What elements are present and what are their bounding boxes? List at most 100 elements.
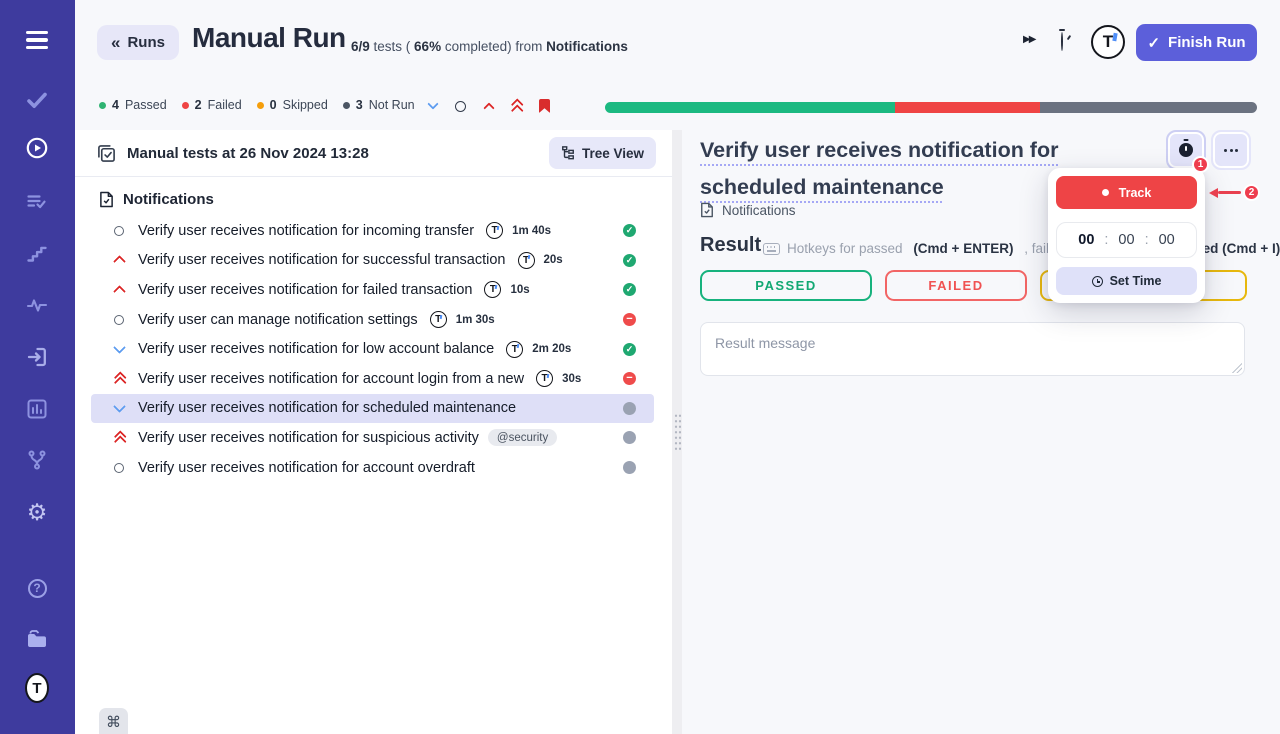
- document-check-icon: [700, 202, 714, 218]
- notrun-dot: [343, 102, 350, 109]
- testomat-logo-icon: T: [484, 281, 501, 298]
- annotation-arrow: 2: [1209, 184, 1260, 201]
- test-title: Verify user receives notification for lo…: [138, 341, 494, 357]
- detail-breadcrumb[interactable]: Notifications: [700, 202, 796, 218]
- test-status-icon: [623, 402, 636, 415]
- stopwatch-icon[interactable]: [1061, 33, 1063, 51]
- fast-forward-icon[interactable]: ▶▶: [1023, 34, 1034, 45]
- app-sidebar: ⚙ ? T: [0, 0, 75, 734]
- tree-view-icon: [561, 146, 575, 160]
- notrun-counter[interactable]: 3Not Run: [343, 98, 415, 112]
- steps-icon[interactable]: [25, 242, 49, 266]
- test-title: Verify user receives notification for su…: [138, 430, 479, 446]
- passed-dot: [99, 102, 106, 109]
- test-status-icon: [623, 224, 636, 237]
- priority-icon: [111, 460, 127, 476]
- tests-check-icon[interactable]: [25, 88, 49, 112]
- failed-button[interactable]: FAILED: [885, 270, 1027, 301]
- test-duration: 30s: [562, 373, 581, 385]
- run-progress-bar: [605, 102, 1257, 113]
- skipped-counter[interactable]: 0Skipped: [257, 98, 328, 112]
- minutes-value[interactable]: 00: [1118, 232, 1134, 248]
- test-row[interactable]: Verify user receives notification for in…: [91, 216, 654, 246]
- test-status-icon: [623, 343, 636, 356]
- priority-filters: [425, 96, 552, 116]
- priority-icon: [111, 371, 127, 387]
- test-row[interactable]: Verify user receives notification for su…: [91, 423, 654, 453]
- topbar: « Runs Manual Run 6/9 tests ( 66% comple…: [75, 0, 1280, 85]
- divider-drag-handle[interactable]: [674, 413, 681, 451]
- test-row[interactable]: Verify user receives notification for su…: [91, 246, 654, 276]
- hours-value[interactable]: 00: [1078, 232, 1094, 248]
- passed-button[interactable]: PASSED: [700, 270, 872, 301]
- tree-view-button[interactable]: Tree View: [549, 137, 656, 169]
- back-to-runs-label: Runs: [127, 34, 165, 51]
- command-key-hint: ⌘: [99, 708, 128, 734]
- failed-counter[interactable]: 2Failed: [182, 98, 242, 112]
- annotation-badge-2: 2: [1243, 184, 1260, 201]
- seconds-value[interactable]: 00: [1159, 232, 1175, 248]
- set-time-button[interactable]: Set Time: [1056, 267, 1197, 295]
- test-status-icon: [623, 313, 636, 326]
- back-to-runs-button[interactable]: « Runs: [97, 25, 179, 60]
- test-row[interactable]: Verify user can manage notification sett…: [91, 305, 654, 335]
- keyboard-icon: [763, 243, 780, 255]
- track-button[interactable]: Track: [1056, 176, 1197, 209]
- check-icon: ✓: [1147, 34, 1160, 52]
- folder-icon[interactable]: [25, 628, 49, 652]
- priority-icon: [111, 223, 127, 239]
- result-message-wrap: [700, 322, 1245, 376]
- testomat-logo-badge[interactable]: T: [1091, 25, 1125, 59]
- test-row[interactable]: Verify user receives notification for sc…: [91, 394, 654, 424]
- help-icon[interactable]: ?: [25, 576, 49, 600]
- testomat-logo-icon[interactable]: T: [25, 676, 49, 700]
- runs-play-icon[interactable]: [25, 136, 49, 160]
- record-dot-icon: [1102, 189, 1109, 196]
- run-title: Manual tests at 26 Nov 2024 13:28: [127, 145, 369, 162]
- test-duration: 2m 20s: [532, 343, 571, 355]
- test-plans-icon[interactable]: [25, 190, 49, 214]
- result-message-input[interactable]: [700, 322, 1245, 376]
- bookmark-filter-icon[interactable]: [537, 99, 552, 114]
- test-row[interactable]: Verify user receives notification for lo…: [91, 334, 654, 364]
- priority-icon: [111, 282, 127, 298]
- analytics-icon[interactable]: [25, 397, 49, 421]
- test-tag: @security: [488, 429, 557, 446]
- test-title: Verify user receives notification for fa…: [138, 282, 472, 298]
- testomat-logo-icon: T: [536, 370, 553, 387]
- test-title: Verify user receives notification for ac…: [138, 371, 524, 387]
- pulse-icon[interactable]: [25, 293, 49, 317]
- branches-icon[interactable]: [25, 448, 49, 472]
- finish-run-button[interactable]: ✓ Finish Run: [1136, 24, 1257, 61]
- test-row[interactable]: Verify user receives notification for fa…: [91, 275, 654, 305]
- status-counters: 4Passed 2Failed 0Skipped 3Not Run: [99, 98, 415, 112]
- time-display[interactable]: 00 : 00 : 00: [1056, 222, 1197, 258]
- gear-icon[interactable]: ⚙: [25, 500, 49, 524]
- test-duration: 1m 40s: [512, 225, 551, 237]
- test-status-icon: [623, 431, 636, 444]
- arrow-line: [1218, 191, 1241, 194]
- test-detail-panel: Verify user receives notification for sc…: [682, 130, 1280, 734]
- testomat-logo-icon: T: [518, 252, 535, 269]
- more-options-button[interactable]: [1211, 130, 1251, 170]
- priority-icon: [111, 400, 127, 416]
- stopwatch-icon: [1179, 143, 1193, 157]
- priority-low-filter-icon[interactable]: [425, 99, 440, 114]
- test-title: Verify user receives notification for ac…: [138, 460, 475, 476]
- testomat-logo-icon: T: [486, 222, 503, 239]
- document-check-icon: [99, 191, 114, 208]
- import-icon[interactable]: [25, 345, 49, 369]
- test-row[interactable]: Verify user receives notification for ac…: [91, 453, 654, 483]
- priority-icon: [111, 341, 127, 357]
- menu-icon[interactable]: [25, 28, 49, 52]
- priority-high-filter-icon[interactable]: [481, 99, 496, 114]
- test-title: Verify user can manage notification sett…: [138, 312, 418, 328]
- test-list-panel: Manual tests at 26 Nov 2024 13:28 Tree V…: [75, 130, 672, 734]
- passed-counter[interactable]: 4Passed: [99, 98, 167, 112]
- test-row[interactable]: Verify user receives notification for ac…: [91, 364, 654, 394]
- suite-header[interactable]: Notifications: [75, 177, 672, 214]
- test-title: Verify user receives notification for in…: [138, 223, 474, 239]
- annotation-badge-1: 1: [1192, 156, 1209, 173]
- priority-highest-filter-icon[interactable]: [509, 99, 524, 114]
- priority-normal-filter-icon[interactable]: [453, 99, 468, 114]
